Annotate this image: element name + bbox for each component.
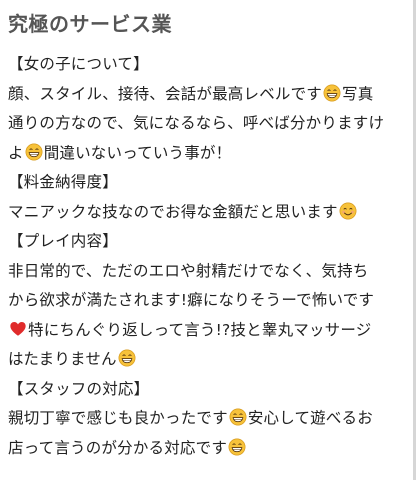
review-line: 【女の子について】 (8, 50, 413, 80)
smiling-face-icon (339, 202, 357, 220)
grinning-face-icon (323, 84, 341, 102)
grinning-face-icon (118, 349, 136, 367)
review-line: 【スタッフの対応】 (8, 375, 413, 405)
review-line: 親切丁寧で感じも良かったです 安心して遊べるお (8, 404, 413, 434)
review-line: 通りの方なので、気になるなら、呼べば分かりますけ (8, 109, 413, 139)
review-text-segment: 親切丁寧で感じも良かったです (8, 409, 228, 427)
review-text-segment: よ (8, 143, 24, 162)
review-line: 店って言うのが分かる対応です (8, 434, 413, 464)
review-text-segment: から欲求が満たされます!癖になりそうーで怖いです (8, 291, 375, 309)
review-text-segment: 間違いないっていう事が！ (43, 143, 232, 162)
review-line: 特にちんぐり返しって言う!?技と睾丸マッサージ (8, 316, 413, 346)
review-text: 【女の子について】顔、スタイル、接待、会話が最高レベルです 写真通りの方なので、気… (8, 50, 413, 463)
review-line: マニアックな技なのでお得な金額だと思います (8, 198, 413, 228)
review-line: 顔、スタイル、接待、会話が最高レベルです 写真 (8, 80, 413, 110)
review-line: 【料金納得度】 (8, 168, 413, 198)
review-text-segment: はたまりません (8, 350, 117, 368)
review-line: 非日常的で、ただのエロや射精だけでなく、気持ち (8, 257, 413, 287)
review-text-segment: 非日常的で、ただのエロや射精だけでなく、気持ち (8, 261, 369, 280)
grinning-face-icon (228, 438, 246, 456)
review-text-segment: 【女の子について】 (8, 55, 149, 73)
review-text-segment: 特にちんぐり返しって言う!?技と睾丸マッサージ (28, 320, 372, 339)
grinning-face-icon (229, 408, 247, 426)
page-title: 究極のサービス業 (8, 12, 172, 36)
review-text-segment: 写真 (342, 84, 374, 103)
review-line: 【プレイ内容】 (8, 227, 413, 257)
review-card: 究極のサービス業 【女の子について】顔、スタイル、接待、会話が最高レベルです 写真… (0, 0, 416, 480)
review-line: はたまりません (8, 345, 413, 375)
review-text-segment: マニアックな技なのでお得な金額だと思います (8, 202, 338, 221)
review-text-segment: 【料金納得度】 (8, 173, 118, 191)
review-text-segment: 店って言うのが分かる対応です (8, 438, 228, 457)
review-text-segment: 顔、スタイル、接待、会話が最高レベルです (8, 84, 323, 103)
review-text-segment: 【スタッフの対応】 (8, 379, 150, 398)
review-line: から欲求が満たされます!癖になりそうーで怖いです (8, 286, 413, 316)
review-text-segment: 【プレイ内容】 (8, 232, 118, 250)
review-line: よ間違いないっていう事が！ (8, 139, 413, 169)
red-heart-icon (9, 320, 27, 338)
review-text-segment: 安心して遊べるお (247, 409, 373, 427)
grinning-face-icon (25, 143, 43, 161)
review-text-segment: 通りの方なので、気になるなら、呼べば分かりますけ (8, 114, 385, 132)
